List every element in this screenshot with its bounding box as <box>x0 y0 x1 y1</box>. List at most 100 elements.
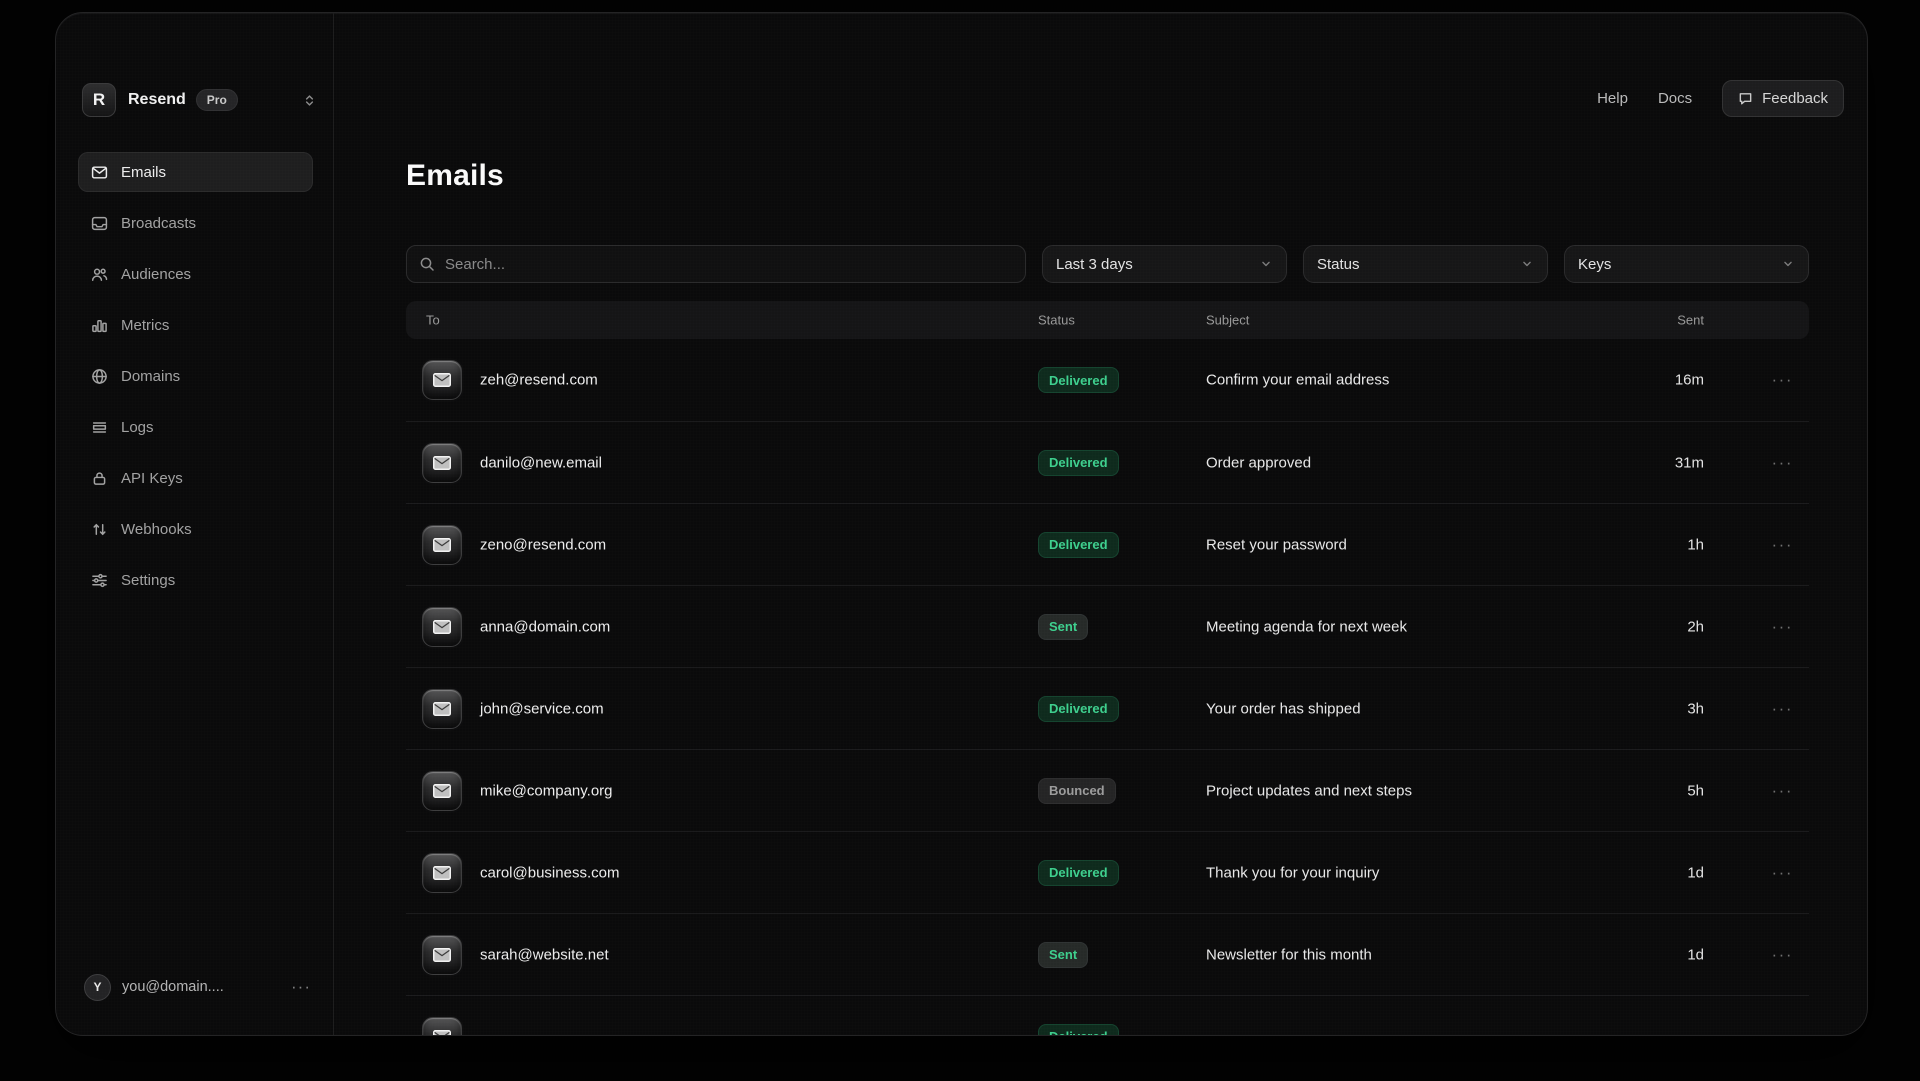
sidebar-item-emails[interactable]: Emails <box>78 152 313 192</box>
status-badge: Delivered <box>1038 860 1119 886</box>
email-envelope-icon <box>422 607 462 647</box>
row-more-options-icon[interactable]: ··· <box>1772 699 1793 719</box>
sidebar-item-domains[interactable]: Domains <box>78 356 313 396</box>
sidebar-item-label: Audiences <box>121 266 191 283</box>
envelope-icon <box>91 164 108 181</box>
user-account[interactable]: Y you@domain.... ··· <box>78 967 317 1007</box>
status-badge: Delivered <box>1038 1024 1119 1037</box>
workspace-name: Resend <box>128 91 186 109</box>
search-input[interactable] <box>406 245 1026 283</box>
email-envelope-icon <box>422 689 462 729</box>
header-to: To <box>426 313 440 328</box>
sidebar-item-audiences[interactable]: Audiences <box>78 254 313 294</box>
sidebar: R Resend Pro Emails Broadcasts <box>56 13 334 1035</box>
date-range-dropdown[interactable]: Last 3 days <box>1042 245 1287 283</box>
email-subject: Confirm your email address <box>1206 372 1389 389</box>
email-envelope-icon <box>422 443 462 483</box>
help-link[interactable]: Help <box>1597 90 1628 107</box>
table-row[interactable]: danilo@new.email Delivered Order approve… <box>406 421 1809 503</box>
sidebar-item-logs[interactable]: Logs <box>78 407 313 447</box>
recipient-email: carol@business.com <box>480 864 619 881</box>
sidebar-nav: Emails Broadcasts Audiences Metrics <box>78 152 313 611</box>
status-badge: Sent <box>1038 614 1088 640</box>
email-subject: Newsletter for this month <box>1206 946 1372 963</box>
lock-icon <box>91 470 108 487</box>
email-subject: Meeting agenda for next week <box>1206 618 1407 635</box>
sent-time: 2h <box>1687 618 1704 635</box>
bar-chart-icon <box>91 317 108 334</box>
sidebar-item-api-keys[interactable]: API Keys <box>78 458 313 498</box>
recipient-email: john@service.com <box>480 700 604 717</box>
sent-time: 1d <box>1687 864 1704 881</box>
status-cell: Delivered <box>1038 450 1119 476</box>
sidebar-item-broadcasts[interactable]: Broadcasts <box>78 203 313 243</box>
filters-row: Last 3 days Status Keys <box>406 245 1809 283</box>
search-icon <box>419 256 435 272</box>
status-cell: Delivered <box>1038 696 1119 722</box>
arrows-up-down-icon <box>91 521 108 538</box>
chevrons-up-down-icon[interactable] <box>302 93 317 108</box>
recipient-email: anna@domain.com <box>480 618 610 635</box>
inbox-icon <box>91 215 108 232</box>
feedback-button[interactable]: Feedback <box>1722 80 1844 117</box>
resend-logo: R <box>82 83 116 117</box>
recipient-email: zeno@resend.com <box>480 536 606 553</box>
table-row[interactable]: anna@domain.com Sent Meeting agenda for … <box>406 585 1809 667</box>
row-more-options-icon[interactable]: ··· <box>1772 1027 1793 1037</box>
email-envelope-icon <box>422 1017 462 1037</box>
sidebar-item-label: API Keys <box>121 470 183 487</box>
page-title: Emails <box>406 159 504 193</box>
table-row[interactable]: carol@business.com Delivered Thank you f… <box>406 831 1809 913</box>
row-more-options-icon[interactable]: ··· <box>1772 945 1793 965</box>
email-subject: Thank you for your inquiry <box>1206 864 1379 881</box>
row-more-options-icon[interactable]: ··· <box>1772 535 1793 555</box>
table-row[interactable]: sarah@website.net Sent Newsletter for th… <box>406 913 1809 995</box>
status-cell: Bounced <box>1038 778 1116 804</box>
sent-time: 3h <box>1687 700 1704 717</box>
status-cell: Delivered <box>1038 860 1119 886</box>
table-row[interactable]: Delivered ··· <box>406 995 1809 1036</box>
status-cell: Delivered <box>1038 532 1119 558</box>
row-more-options-icon[interactable]: ··· <box>1772 617 1793 637</box>
users-icon <box>91 266 108 283</box>
email-envelope-icon <box>422 935 462 975</box>
row-more-options-icon[interactable]: ··· <box>1772 453 1793 473</box>
sidebar-item-label: Emails <box>121 164 166 181</box>
topbar: Help Docs Feedback <box>1597 80 1844 117</box>
emails-table: To Status Subject Sent zeh@resend.com De… <box>406 301 1809 1036</box>
status-cell: Sent <box>1038 942 1088 968</box>
sent-time: 5h <box>1687 782 1704 799</box>
recipient-email: sarah@website.net <box>480 946 609 963</box>
search-wrap <box>406 245 1026 283</box>
status-badge: Delivered <box>1038 450 1119 476</box>
row-more-options-icon[interactable]: ··· <box>1772 781 1793 801</box>
sidebar-item-settings[interactable]: Settings <box>78 560 313 600</box>
user-more-options-icon[interactable]: ··· <box>291 977 311 997</box>
status-badge: Delivered <box>1038 532 1119 558</box>
comment-icon <box>1738 91 1753 106</box>
header-subject: Subject <box>1206 313 1249 328</box>
workspace-switcher[interactable]: R Resend Pro <box>82 81 317 119</box>
email-envelope-icon <box>422 360 462 400</box>
docs-link[interactable]: Docs <box>1658 90 1692 107</box>
status-dropdown[interactable]: Status <box>1303 245 1548 283</box>
chevron-down-icon <box>1781 257 1795 271</box>
table-row[interactable]: john@service.com Delivered Your order ha… <box>406 667 1809 749</box>
sidebar-item-webhooks[interactable]: Webhooks <box>78 509 313 549</box>
recipient-email: danilo@new.email <box>480 454 602 471</box>
sidebar-item-label: Logs <box>121 419 154 436</box>
sidebar-item-metrics[interactable]: Metrics <box>78 305 313 345</box>
table-row[interactable]: zeh@resend.com Delivered Confirm your em… <box>406 339 1809 421</box>
table-row[interactable]: zeno@resend.com Delivered Reset your pas… <box>406 503 1809 585</box>
row-more-options-icon[interactable]: ··· <box>1772 863 1793 883</box>
row-more-options-icon[interactable]: ··· <box>1772 370 1793 390</box>
sidebar-item-label: Metrics <box>121 317 169 334</box>
date-range-value: Last 3 days <box>1056 256 1133 273</box>
table-row[interactable]: mike@company.org Bounced Project updates… <box>406 749 1809 831</box>
keys-dropdown[interactable]: Keys <box>1564 245 1809 283</box>
sidebar-item-label: Settings <box>121 572 175 589</box>
email-subject: Reset your password <box>1206 536 1347 553</box>
chevron-down-icon <box>1520 257 1534 271</box>
email-envelope-icon <box>422 771 462 811</box>
recipient-email: mike@company.org <box>480 782 613 799</box>
